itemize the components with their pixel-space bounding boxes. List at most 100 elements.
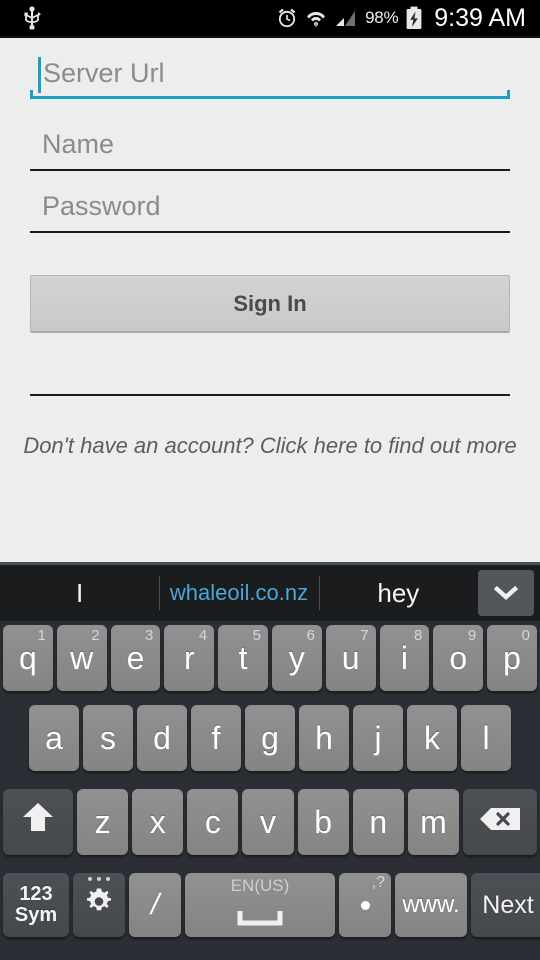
key-e[interactable]: 3e [110, 625, 161, 691]
signup-link[interactable]: Don't have an account? Click here to fin… [0, 433, 540, 459]
shift-key[interactable] [3, 789, 73, 855]
space-language-label: EN(US) [230, 875, 290, 895]
key-m-label: m [420, 803, 447, 840]
backspace-icon [478, 804, 522, 841]
keyboard-row-3: z x c v b n m [0, 787, 540, 871]
key-o-number: 9 [467, 627, 477, 644]
key-q-number: 1 [37, 627, 46, 644]
period-key[interactable]: ,? [339, 873, 391, 937]
key-g[interactable]: g [245, 705, 295, 771]
key-h[interactable]: h [299, 705, 349, 771]
suggestion-item-0[interactable]: I [0, 565, 159, 621]
key-t[interactable]: 5t [218, 625, 268, 691]
name-placeholder: Name [42, 129, 115, 159]
key-e-label: e [126, 639, 145, 676]
key-n[interactable]: n [352, 789, 404, 855]
suggestion-item-2[interactable]: hey [318, 565, 478, 621]
www-key[interactable]: www. [395, 873, 467, 937]
keyboard-row-2: a s d f g h j k l [0, 703, 540, 787]
key-x-label: x [149, 803, 166, 840]
soft-keyboard: I whaleoil.co.nz hey 1q 2w 3e 4r 5t 6y 7… [0, 562, 540, 960]
clock-label: 9:39 AM [434, 3, 526, 32]
key-f-label: f [211, 719, 221, 756]
symbols-key[interactable]: 123 Sym [3, 873, 69, 937]
key-i-label: i [400, 639, 409, 676]
key-d-label: d [153, 719, 171, 756]
key-a-label: a [45, 719, 63, 756]
key-u-number: 7 [360, 627, 369, 644]
key-w-label: w [70, 639, 94, 676]
period-dot-icon [360, 900, 370, 910]
status-bar-right: 98% 9:39 AM [276, 4, 540, 33]
key-j[interactable]: j [353, 705, 403, 771]
chevron-down-icon[interactable] [477, 570, 534, 616]
key-v[interactable]: v [242, 789, 294, 855]
key-h-label: h [315, 719, 333, 756]
key-w-number: 2 [91, 627, 100, 644]
symbols-key-line1: 123 [19, 883, 53, 905]
key-r-number: 4 [198, 627, 208, 644]
key-y[interactable]: 6y [271, 625, 322, 691]
name-field[interactable]: Name [30, 129, 510, 171]
key-p-label: p [503, 639, 521, 676]
space-key[interactable]: EN(US) [185, 873, 335, 937]
key-k[interactable]: k [407, 705, 457, 771]
slash-key-label: / [150, 888, 160, 921]
key-e-number: 3 [145, 627, 154, 644]
key-l-label: l [482, 719, 490, 756]
key-t-label: t [238, 639, 248, 676]
key-b-label: b [314, 803, 333, 840]
key-l[interactable]: l [461, 705, 511, 771]
space-bar-icon [237, 898, 283, 935]
keyboard-row-1: 1q 2w 3e 4r 5t 6y 7u 8i 9o 0p [0, 623, 540, 703]
key-m[interactable]: m [407, 789, 459, 855]
section-divider [30, 394, 510, 396]
shift-arrow-icon [20, 799, 56, 845]
next-key[interactable]: Next [471, 873, 540, 937]
key-o-label: o [449, 639, 468, 676]
key-v-label: v [259, 803, 276, 840]
key-z-label: z [94, 803, 111, 840]
keyboard-row-4: 123 Sym / EN(US) ,? www. Next [0, 871, 540, 953]
key-d[interactable]: d [137, 705, 187, 771]
sign-in-button[interactable]: Sign In [30, 275, 510, 333]
backspace-key[interactable] [462, 789, 537, 855]
suggestion-bar: I whaleoil.co.nz hey [0, 565, 540, 621]
server-url-field[interactable]: Server Url [30, 57, 510, 99]
key-t-number: 5 [252, 627, 261, 644]
key-a[interactable]: a [29, 705, 79, 771]
cellular-signal-icon [334, 8, 358, 28]
sign-in-button-label: Sign In [233, 290, 307, 316]
key-q[interactable]: 1q [3, 625, 53, 691]
next-key-label: Next [482, 890, 534, 919]
password-field[interactable]: Password [30, 193, 510, 233]
key-c[interactable]: c [187, 789, 239, 855]
suggestion-item-1[interactable]: whaleoil.co.nz [159, 565, 318, 621]
key-p[interactable]: 0p [487, 625, 537, 691]
key-j-label: j [374, 719, 382, 756]
key-i-number: 8 [414, 627, 423, 644]
name-underline [30, 169, 510, 171]
key-r[interactable]: 4r [164, 625, 215, 691]
key-s[interactable]: s [83, 705, 133, 771]
settings-key[interactable] [73, 873, 125, 937]
key-x[interactable]: x [132, 789, 184, 855]
key-f[interactable]: f [191, 705, 241, 771]
key-n-label: n [369, 803, 388, 840]
key-i[interactable]: 8i [379, 625, 430, 691]
key-c-label: c [204, 803, 221, 840]
symbols-key-line2: Sym [14, 904, 58, 926]
key-u-label: u [341, 639, 360, 676]
server-url-underline [30, 90, 510, 99]
wifi-icon [305, 8, 327, 28]
key-y-number: 6 [306, 627, 315, 644]
key-u[interactable]: 7u [325, 625, 376, 691]
key-o[interactable]: 9o [433, 625, 484, 691]
key-r-label: r [183, 639, 195, 676]
battery-charging-icon [405, 6, 423, 30]
key-b[interactable]: b [297, 789, 349, 855]
key-z[interactable]: z [77, 789, 129, 855]
slash-key[interactable]: / [129, 873, 181, 937]
key-w[interactable]: 2w [56, 625, 107, 691]
keyboard-rows: 1q 2w 3e 4r 5t 6y 7u 8i 9o 0p a s d f g … [0, 623, 540, 960]
